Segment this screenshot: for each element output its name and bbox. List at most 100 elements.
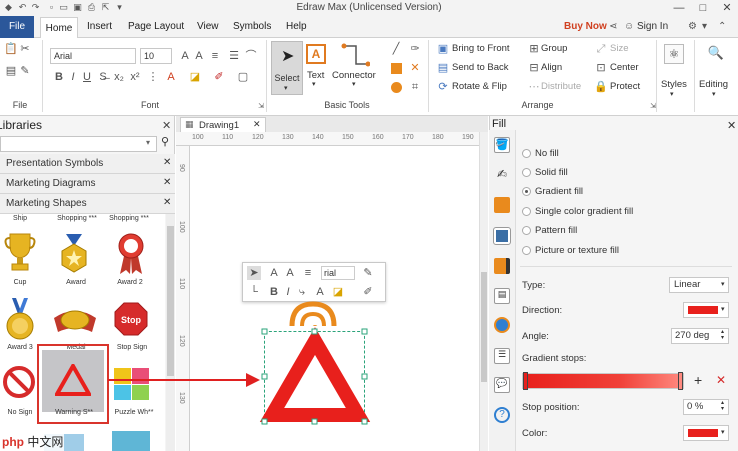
warning-sign-shape-tile[interactable]: [42, 350, 104, 412]
settings-icon[interactable]: ⚙: [688, 16, 697, 38]
styles-button[interactable]: Styles: [661, 78, 687, 92]
underline-button[interactable]: U: [80, 70, 94, 84]
radio-single-color-gradient[interactable]: [522, 207, 531, 216]
shape-label-award-3[interactable]: Award 3: [0, 344, 40, 354]
gradient-stop-start[interactable]: [523, 372, 528, 390]
no-sign-shape-icon[interactable]: [2, 365, 36, 399]
cut-icon[interactable]: ✂: [18, 42, 32, 56]
mini-edit-icon[interactable]: ✐: [361, 285, 375, 299]
category-close-icon[interactable]: ✕: [163, 177, 171, 188]
shadow-icon[interactable]: ▢: [236, 70, 250, 84]
gradient-stop-end[interactable]: [678, 372, 683, 390]
styles-dropdown-icon[interactable]: ▾: [670, 90, 674, 98]
buy-now-link[interactable]: Buy Now: [564, 16, 607, 38]
format-painter-icon[interactable]: ✎: [18, 64, 32, 78]
open-icon[interactable]: ▭: [58, 2, 69, 13]
canvas-scroll-thumb[interactable]: [481, 272, 487, 382]
shape-label-award-2[interactable]: Award 2: [110, 279, 150, 289]
library-scroll-thumb[interactable]: [167, 226, 174, 376]
library-category-presentation-symbols[interactable]: Presentation Symbols: [0, 154, 175, 174]
library-search-input[interactable]: [0, 136, 157, 152]
subscript-icon[interactable]: x₂: [112, 70, 126, 84]
mini-font-select[interactable]: rial: [321, 266, 355, 280]
option-no-fill[interactable]: No fill: [535, 148, 559, 159]
fill-paint-bucket-icon[interactable]: 🪣: [494, 137, 510, 153]
connector-dropdown-icon[interactable]: ▾: [352, 80, 356, 88]
text-align-icon[interactable]: ≡: [208, 49, 222, 63]
color-dropdown-icon[interactable]: ▾: [721, 428, 725, 436]
tab-close-icon[interactable]: ✕: [253, 119, 261, 130]
radio-pattern-fill[interactable]: [522, 226, 531, 235]
mini-bold-icon[interactable]: B: [267, 285, 281, 299]
fill-color-icon[interactable]: ◪: [188, 70, 202, 84]
size-button[interactable]: Size: [610, 42, 628, 56]
page-panel-icon[interactable]: ▤: [494, 288, 510, 304]
cup-shape-icon[interactable]: [4, 232, 36, 274]
shape-label-warning-sign[interactable]: Warning S**: [44, 409, 104, 419]
close-window-button[interactable]: ✕: [716, 0, 738, 16]
user-icon[interactable]: ☺: [624, 16, 634, 38]
puzzle-piece-shape-icon[interactable]: [112, 431, 150, 451]
color-select[interactable]: ▾: [683, 425, 729, 441]
editing-search-icon[interactable]: 🔍: [706, 44, 726, 64]
warning-triangle-shape[interactable]: [258, 325, 372, 429]
pencil-tool-icon[interactable]: ⌗: [408, 80, 422, 94]
shape-label-award[interactable]: Award: [56, 279, 96, 289]
protect-button[interactable]: Protect: [610, 80, 640, 94]
option-gradient-fill[interactable]: Gradient fill: [535, 186, 583, 197]
rotate-flip-button[interactable]: Rotate & Flip: [452, 80, 507, 94]
globe-panel-icon[interactable]: [494, 317, 510, 333]
line-tool-icon[interactable]: ╱: [389, 42, 403, 56]
redo-icon[interactable]: ↷: [30, 2, 41, 13]
option-picture-fill[interactable]: Picture or texture fill: [535, 245, 619, 256]
rectangle-tool-icon[interactable]: [391, 63, 402, 74]
line-style-icon[interactable]: ⌒: [244, 49, 258, 63]
option-single-color-gradient[interactable]: Single color gradient fill: [535, 206, 633, 217]
styles-icon[interactable]: ⚛: [664, 44, 684, 64]
mini-italic-icon[interactable]: I: [281, 285, 295, 299]
library-close-icon[interactable]: ✕: [162, 119, 171, 132]
type-select[interactable]: Linear: [669, 277, 729, 293]
shape-label-puzzle-wheel[interactable]: Puzzle Wh**: [108, 409, 160, 419]
superscript-icon[interactable]: x²: [128, 70, 142, 84]
canvas-scrollbar[interactable]: [479, 132, 488, 451]
gradient-stops-bar[interactable]: [522, 372, 684, 390]
radio-picture-fill[interactable]: [522, 246, 531, 255]
mini-shrink-font-icon[interactable]: A: [283, 266, 297, 280]
angle-spinner-icon[interactable]: ▴ ▾: [721, 329, 724, 341]
shape-label-no-sign[interactable]: No Sign: [0, 409, 40, 419]
center-button[interactable]: Center: [610, 61, 639, 75]
mini-pointer-icon[interactable]: ➤: [247, 266, 261, 280]
medal-shape-icon[interactable]: [52, 306, 98, 338]
shrink-font-icon[interactable]: A: [192, 49, 206, 63]
shape-label-stop-sign[interactable]: Stop Sign: [108, 344, 156, 354]
award-shape-icon[interactable]: [58, 232, 90, 276]
category-close-icon[interactable]: ✕: [163, 157, 171, 168]
stop-sign-shape-icon[interactable]: Stop: [114, 302, 148, 336]
connector-tool-icon[interactable]: [340, 42, 370, 68]
paste-icon[interactable]: ▤: [4, 64, 18, 78]
help-panel-icon[interactable]: ?: [494, 407, 510, 423]
ellipse-tool-icon[interactable]: [391, 82, 402, 93]
award-3-shape-icon[interactable]: [4, 296, 36, 344]
menu-symbols[interactable]: Symbols: [233, 16, 271, 38]
radio-no-fill[interactable]: [522, 149, 531, 158]
shape-label-shopping-2[interactable]: Shopping ***: [104, 215, 154, 225]
option-pattern-fill[interactable]: Pattern fill: [535, 225, 577, 236]
save-icon[interactable]: ▣: [72, 2, 83, 13]
menu-view[interactable]: View: [197, 16, 219, 38]
quick-access-menu-icon[interactable]: ▾: [114, 2, 125, 13]
print-icon[interactable]: ⎙: [86, 2, 97, 13]
award-2-shape-icon[interactable]: [114, 232, 148, 276]
maximize-button[interactable]: □: [692, 0, 714, 16]
fill-panel-close-icon[interactable]: ✕: [727, 119, 736, 132]
library-category-marketing-diagrams[interactable]: Marketing Diagrams: [0, 174, 175, 194]
editing-dropdown-icon[interactable]: ▾: [712, 90, 716, 98]
bold-button[interactable]: B: [52, 70, 66, 84]
category-close-icon[interactable]: ✕: [163, 197, 171, 208]
option-solid-fill[interactable]: Solid fill: [535, 167, 568, 178]
library-scrollbar[interactable]: [166, 214, 175, 451]
bring-to-front-button[interactable]: Bring to Front: [452, 42, 510, 56]
export-icon[interactable]: ⇱: [100, 2, 111, 13]
text-dropdown-icon[interactable]: ▾: [312, 80, 316, 88]
